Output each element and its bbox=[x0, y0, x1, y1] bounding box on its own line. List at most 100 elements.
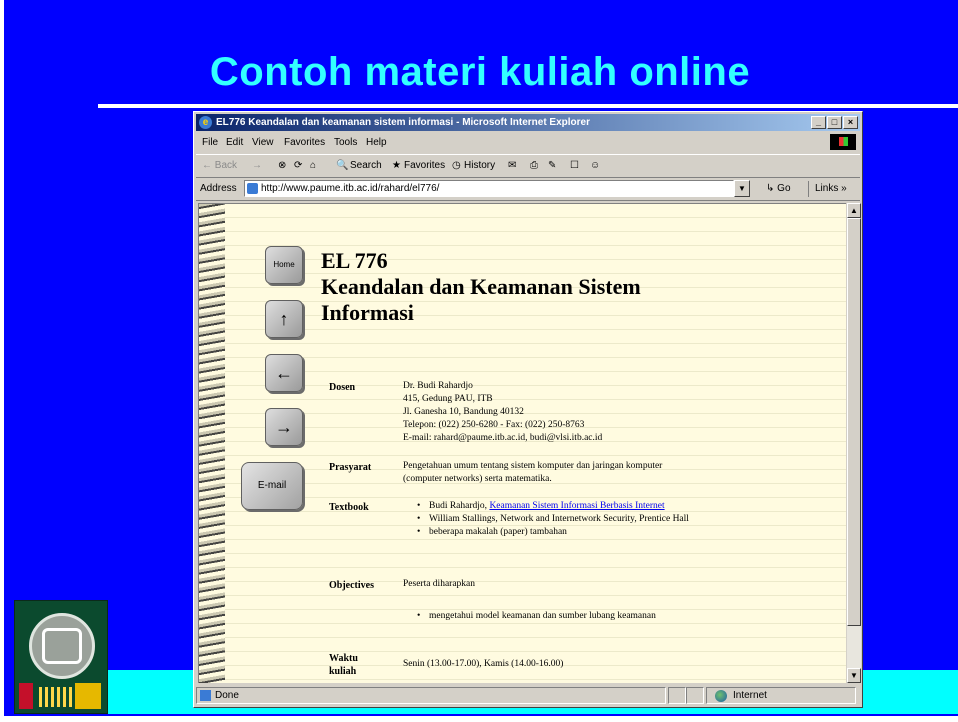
toolbar: ← Back → ⊗ ⟳ ⌂ 🔍 Search ★ Favorites ◷ Hi… bbox=[196, 154, 860, 178]
dosen-line: E-mail: rahard@paume.itb.ac.id, budi@vls… bbox=[403, 433, 603, 443]
course-code: EL 776 bbox=[321, 248, 388, 273]
scroll-thumb[interactable] bbox=[847, 218, 861, 626]
status-text-panel: Done bbox=[196, 687, 666, 704]
address-label: Address bbox=[200, 183, 237, 194]
status-zone-label: Internet bbox=[733, 690, 767, 701]
nav-back-button[interactable]: ← bbox=[265, 354, 303, 392]
minimize-button[interactable]: _ bbox=[811, 116, 826, 129]
menu-view[interactable]: View bbox=[252, 133, 274, 152]
address-url: http://www.paume.itb.ac.id/rahard/el776/ bbox=[261, 183, 440, 194]
prasyarat-line: (computer networks) serta matematika. bbox=[403, 474, 552, 484]
list-item: William Stallings, Network and Internetw… bbox=[389, 513, 809, 526]
globe-icon bbox=[715, 690, 727, 702]
address-bar: Address http://www.paume.itb.ac.id/rahar… bbox=[196, 178, 860, 201]
institution-logo bbox=[14, 600, 108, 714]
close-button[interactable]: × bbox=[843, 116, 858, 129]
nav-email-button[interactable]: E-mail bbox=[241, 462, 303, 510]
list-item: Budi Rahardjo, Keamanan Sistem Informasi… bbox=[389, 500, 809, 513]
logo-side-stripe bbox=[19, 683, 33, 709]
logo-chip bbox=[75, 683, 101, 709]
nav-forward-button[interactable]: → bbox=[265, 408, 303, 446]
waktu-info: Senin (13.00-17.00), Kamis (14.00-16.00) bbox=[403, 659, 564, 669]
scroll-down-button[interactable]: ▼ bbox=[847, 668, 861, 683]
waktu-label-line1: Waktu bbox=[329, 653, 358, 664]
refresh-button[interactable]: ⟳ bbox=[294, 155, 302, 177]
dosen-line: Jl. Ganesha 10, Bandung 40132 bbox=[403, 407, 524, 417]
textbook-list: Budi Rahardjo, Keamanan Sistem Informasi… bbox=[389, 500, 809, 539]
dosen-line: Dr. Budi Rahardjo bbox=[403, 381, 473, 391]
menu-help[interactable]: Help bbox=[366, 133, 387, 152]
go-label: Go bbox=[777, 183, 791, 194]
menu-file[interactable]: File bbox=[202, 133, 218, 152]
stop-button[interactable]: ⊗ bbox=[278, 155, 286, 177]
mail-button[interactable]: ✉ bbox=[508, 155, 516, 177]
prasyarat-line: Pengetahuan umum tentang sistem komputer… bbox=[403, 461, 663, 471]
waktu-label: Waktu kuliah bbox=[329, 652, 358, 678]
list-item: beberapa makalah (paper) tambahan bbox=[389, 526, 809, 539]
go-icon: ↳ bbox=[766, 183, 775, 194]
edit-button[interactable]: ✎ bbox=[548, 155, 556, 177]
course-title-line1: Keandalan dan Keamanan Sistem bbox=[321, 274, 641, 299]
textbook-author: Budi Rahardjo, bbox=[429, 501, 490, 511]
favorites-button[interactable]: Favorites bbox=[404, 155, 445, 177]
windows-logo-icon bbox=[830, 134, 856, 150]
status-zone: Internet bbox=[706, 687, 856, 704]
status-bar: Done Internet bbox=[196, 686, 860, 705]
dosen-label: Dosen bbox=[329, 382, 356, 393]
nav-home-button[interactable]: Home bbox=[265, 246, 303, 284]
maximize-button[interactable]: □ bbox=[827, 116, 842, 129]
favorites-icon: ★ bbox=[392, 160, 401, 171]
window-titlebar[interactable]: e EL776 Keandalan dan keamanan sistem in… bbox=[196, 114, 860, 131]
history-icon: ◷ bbox=[452, 160, 461, 171]
vertical-scrollbar[interactable]: ▲ ▼ bbox=[846, 203, 861, 683]
menu-edit[interactable]: Edit bbox=[226, 133, 243, 152]
dosen-line: Telepon: (022) 250-6280 - Fax: (022) 250… bbox=[403, 420, 585, 430]
messenger-button[interactable]: ☺ bbox=[590, 155, 600, 177]
course-title-line2: Informasi bbox=[321, 300, 414, 325]
objectives-label: Objectives bbox=[329, 580, 374, 591]
browser-window: e EL776 Keandalan dan keamanan sistem in… bbox=[193, 111, 863, 708]
address-dropdown-button[interactable]: ▼ bbox=[734, 180, 750, 197]
go-button[interactable]: ↳ Go bbox=[766, 183, 791, 194]
home-button[interactable]: ⌂ bbox=[310, 155, 316, 177]
menu-tools[interactable]: Tools bbox=[334, 133, 357, 152]
logo-emblem bbox=[29, 613, 95, 679]
slide: Contoh materi kuliah online e EL776 Kean… bbox=[0, 0, 958, 722]
waktu-label-line2: kuliah bbox=[329, 666, 357, 677]
nav-up-button[interactable]: ↑ bbox=[265, 300, 303, 338]
address-input[interactable]: http://www.paume.itb.ac.id/rahard/el776/ bbox=[244, 180, 734, 197]
ie-icon: e bbox=[199, 116, 212, 129]
objectives-list: mengetahui model keamanan dan sumber lub… bbox=[389, 610, 809, 623]
links-button[interactable]: Links » bbox=[808, 181, 847, 197]
textbook-link[interactable]: Keamanan Sistem Informasi Berbasis Inter… bbox=[489, 501, 664, 511]
page-viewport[interactable]: Home ↑ ← → E-mail EL 776 Keandalan dan K… bbox=[198, 203, 846, 683]
print-button[interactable]: ⎙ bbox=[530, 155, 538, 177]
logo-chip-pins bbox=[39, 687, 73, 707]
status-cell bbox=[668, 687, 686, 704]
title-underline bbox=[98, 104, 958, 108]
spiral-binding bbox=[199, 204, 225, 683]
forward-button[interactable]: → bbox=[252, 155, 262, 177]
textbook-label: Textbook bbox=[329, 502, 369, 513]
objectives-intro: Peserta diharapkan bbox=[403, 579, 476, 589]
history-button[interactable]: History bbox=[464, 155, 495, 177]
window-title: EL776 Keandalan dan keamanan sistem info… bbox=[216, 117, 590, 128]
prasyarat-info: Pengetahuan umum tentang sistem komputer… bbox=[403, 460, 823, 486]
search-button[interactable]: Search bbox=[350, 155, 382, 177]
slide-title: Contoh materi kuliah online bbox=[209, 50, 751, 94]
status-text: Done bbox=[215, 690, 239, 701]
page-icon bbox=[247, 183, 258, 194]
menu-favorites[interactable]: Favorites bbox=[284, 133, 325, 152]
status-cell bbox=[686, 687, 704, 704]
prasyarat-label: Prasyarat bbox=[329, 462, 372, 473]
list-item: mengetahui model keamanan dan sumber lub… bbox=[389, 610, 809, 623]
discuss-button[interactable]: ☐ bbox=[570, 155, 579, 177]
page-done-icon bbox=[200, 690, 211, 701]
menu-bar: File Edit View Favorites Tools Help bbox=[196, 133, 860, 152]
dosen-line: 415, Gedung PAU, ITB bbox=[403, 394, 493, 404]
dosen-info: Dr. Budi Rahardjo 415, Gedung PAU, ITB J… bbox=[403, 380, 823, 445]
search-icon: 🔍 bbox=[336, 160, 349, 171]
scroll-up-button[interactable]: ▲ bbox=[847, 203, 861, 218]
page-title: EL 776 Keandalan dan Keamanan Sistem Inf… bbox=[321, 248, 821, 326]
back-button[interactable]: ← Back bbox=[202, 155, 237, 177]
